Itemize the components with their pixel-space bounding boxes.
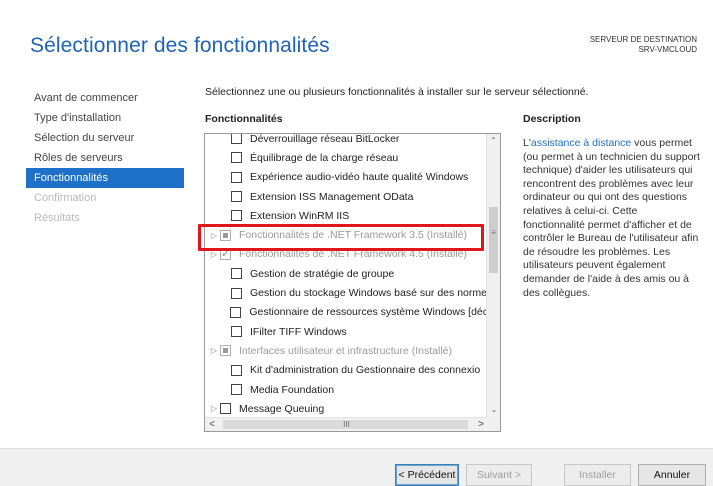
- feature-checkbox[interactable]: [231, 384, 242, 395]
- feature-row[interactable]: ▷ Message Queuing: [205, 399, 488, 418]
- previous-button[interactable]: < Précédent: [395, 464, 459, 486]
- destination-server-name: SRV-VMCLOUD: [638, 45, 697, 54]
- feature-checkbox[interactable]: [231, 287, 242, 299]
- feature-row[interactable]: Extension ISS Management OData: [205, 187, 488, 206]
- feature-checkbox[interactable]: [231, 268, 242, 280]
- feature-checkbox[interactable]: [231, 171, 242, 183]
- install-button[interactable]: Installer: [564, 464, 631, 486]
- expand-arrow-icon[interactable]: ▷: [208, 404, 220, 413]
- feature-row[interactable]: Gestionnaire de ressources système Windo…: [205, 303, 488, 322]
- feature-row[interactable]: Gestion du stockage Windows basé sur des…: [205, 283, 488, 302]
- scroll-thumb[interactable]: [489, 207, 498, 273]
- nav-item-type-installation[interactable]: Type d'installation: [26, 108, 184, 128]
- feature-label: Extension WinRM IIS: [250, 209, 350, 222]
- feature-row[interactable]: Media Foundation: [205, 380, 488, 399]
- feature-checkbox[interactable]: [231, 134, 242, 145]
- wizard-nav: Avant de commencer Type d'installation S…: [26, 88, 184, 228]
- feature-row[interactable]: Extension WinRM IIS: [205, 206, 488, 225]
- feature-checkbox[interactable]: [231, 152, 242, 164]
- scroll-up-icon[interactable]: ⌃: [487, 134, 500, 148]
- vertical-scrollbar[interactable]: ⌃ ≡ ⌄: [486, 134, 500, 417]
- feature-row[interactable]: Déverrouillage réseau BitLocker: [205, 133, 488, 148]
- nav-item-avant-de-commencer[interactable]: Avant de commencer: [26, 88, 184, 108]
- features-tree[interactable]: Déverrouillage réseau BitLocker Équilibra…: [204, 133, 501, 432]
- nav-item-fonctionnalites[interactable]: Fonctionnalités: [26, 168, 184, 188]
- feature-checkbox[interactable]: [231, 364, 242, 376]
- expand-arrow-icon[interactable]: ▷: [208, 346, 220, 355]
- feature-row[interactable]: Expérience audio-vidéo haute qualité Win…: [205, 168, 488, 187]
- feature-label: Expérience audio-vidéo haute qualité Win…: [250, 171, 469, 184]
- feature-checkbox[interactable]: [230, 306, 242, 318]
- scroll-left-icon[interactable]: <: [205, 418, 219, 431]
- expand-arrow-icon[interactable]: ▷: [208, 250, 220, 259]
- destination-label: SERVEUR DE DESTINATION: [589, 35, 697, 44]
- feature-label: Équilibrage de la charge réseau: [250, 151, 399, 164]
- scroll-grip-icon: ≡: [491, 228, 496, 237]
- nav-item-confirmation: Confirmation: [34, 192, 97, 204]
- feature-row[interactable]: IFilter TIFF Windows: [205, 322, 488, 341]
- nav-item-resultats: Résultats: [34, 212, 80, 224]
- features-list: Déverrouillage réseau BitLocker Équilibra…: [205, 133, 488, 418]
- feature-label: Extension ISS Management OData: [250, 190, 414, 203]
- feature-label: Interfaces utilisateur et infrastructure…: [239, 344, 453, 357]
- instruction-text: Sélectionnez une ou plusieurs fonctionna…: [205, 86, 589, 98]
- page-title: Sélectionner des fonctionnalités: [30, 34, 330, 57]
- feature-checkbox[interactable]: [220, 345, 231, 357]
- cancel-button[interactable]: Annuler: [638, 464, 706, 486]
- feature-label: Gestion du stockage Windows basé sur des…: [250, 287, 487, 300]
- scrollbar-corner: [486, 417, 500, 431]
- nav-item-selection-serveur[interactable]: Sélection du serveur: [26, 128, 184, 148]
- scroll-down-icon[interactable]: ⌄: [487, 403, 500, 417]
- features-heading: Fonctionnalités: [205, 113, 283, 125]
- feature-row[interactable]: ▷ Interfaces utilisateur et infrastructur…: [205, 341, 488, 360]
- feature-checkbox[interactable]: [231, 326, 242, 338]
- hscroll-grip-icon: III: [343, 420, 350, 429]
- feature-checkbox[interactable]: [220, 403, 231, 415]
- remote-assistance-link[interactable]: assistance à distance: [531, 137, 631, 149]
- feature-label: Media Foundation: [250, 383, 335, 396]
- highlight-box: [198, 224, 484, 251]
- description-heading: Description: [523, 113, 581, 125]
- feature-checkbox[interactable]: [231, 191, 242, 203]
- description-body: vous permet (ou permet à un technicien d…: [523, 137, 700, 299]
- next-button[interactable]: Suivant >: [466, 464, 532, 486]
- destination-server-info: SERVEUR DE DESTINATION SRV-VMCLOUD: [590, 35, 697, 55]
- feature-label: Gestion de stratégie de groupe: [250, 267, 395, 280]
- feature-label: Gestionnaire de ressources système Windo…: [249, 306, 488, 319]
- feature-checkbox[interactable]: [231, 210, 242, 222]
- feature-label: Déverrouillage réseau BitLocker: [250, 133, 400, 145]
- description-text: L'assistance à distance vous permet (ou …: [523, 137, 701, 300]
- footer-bar: < Précédent Suivant > Installer Annuler: [0, 448, 713, 486]
- feature-label: Kit d'administration du Gestionnaire des…: [250, 364, 481, 377]
- description-prefix: L': [523, 137, 531, 149]
- horizontal-scrollbar[interactable]: III < >: [205, 417, 488, 431]
- feature-row[interactable]: Gestion de stratégie de groupe: [205, 264, 488, 283]
- nav-item-roles-serveurs[interactable]: Rôles de serveurs: [26, 148, 184, 168]
- feature-row[interactable]: Équilibrage de la charge réseau: [205, 148, 488, 167]
- feature-row[interactable]: Kit d'administration du Gestionnaire des…: [205, 361, 488, 380]
- feature-label: Message Queuing: [239, 402, 325, 415]
- feature-label: IFilter TIFF Windows: [250, 325, 347, 338]
